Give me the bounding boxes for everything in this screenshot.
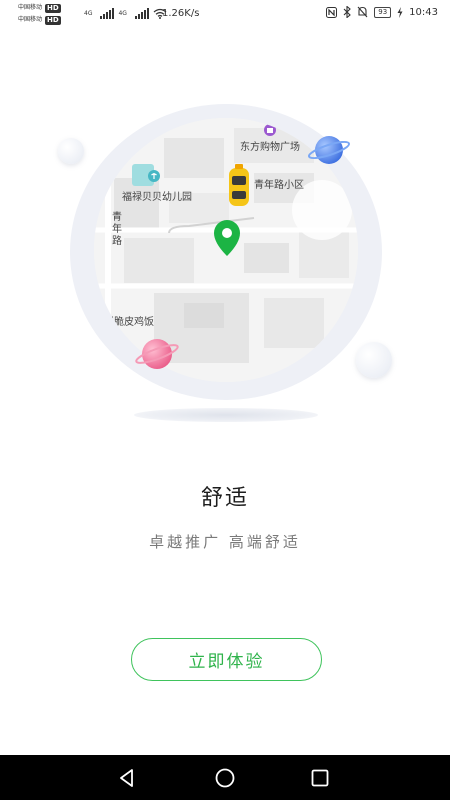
system-nav-bar [0,755,450,800]
decor-bubble-left [58,138,84,164]
poi-community-label: 青年路小区 [254,180,304,191]
onboarding-title: 舒适 [200,486,249,511]
pink-planet-icon [135,339,179,369]
try-now-button[interactable]: 立即体验 [131,638,322,681]
signal-icon-2 [134,7,149,19]
charging-icon [397,6,403,18]
clock-time: 10:43 [409,6,438,18]
poi-restaurant-label: 锅脆皮鸡饭 [104,317,154,328]
nfc-icon [326,6,338,18]
carrier-label-2: 中国移动 [18,16,43,23]
network-type-2: 4G [118,9,127,17]
battery-level: 93 [374,6,392,18]
hd-badge-2: HD [45,15,61,25]
blue-planet-icon [307,136,351,164]
decor-bubble-right [356,342,392,378]
illustration-shadow [134,408,318,422]
road-name-label: 青年路 [112,212,122,247]
network-speed: 1.26K/s [162,8,200,19]
poi-mall-label: 东方购物广场 [240,142,300,153]
status-bar: 中国移动 HD 中国移动 HD 4G 4G 1.26K/s 93 10:43 [0,0,450,26]
bluetooth-icon [343,6,352,18]
recents-square-icon[interactable] [309,767,331,789]
home-circle-icon[interactable] [214,767,236,789]
carrier-label-1: 中国移动 [18,4,43,11]
signal-icon-1 [100,7,115,19]
poi-kindergarten-label: 福禄贝贝幼儿园 [122,192,192,203]
network-type-1: 4G [84,9,93,17]
mute-bell-icon [357,6,368,18]
hd-badge-1: HD [45,3,61,13]
back-triangle-icon[interactable] [116,767,138,789]
onboarding-subtitle: 卓越推广 高端舒适 [149,533,301,551]
